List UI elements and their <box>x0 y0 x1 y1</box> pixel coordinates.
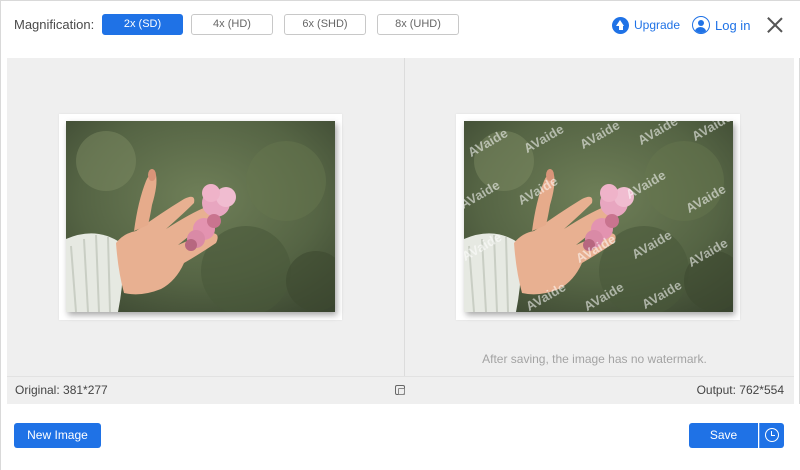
close-icon[interactable] <box>766 16 784 34</box>
magnification-6x-button[interactable]: 6x (SHD) <box>284 14 366 35</box>
watermark-note: After saving, the image has no watermark… <box>482 352 707 366</box>
output-size-text: Output: 762*554 <box>696 383 784 397</box>
magnification-2x-button[interactable]: 2x (SD) <box>102 14 183 35</box>
output-image-frame: AVaide AVaide AVaide AVaide AVaide AVaid… <box>456 114 740 320</box>
image-upscaler-window: Magnification: 2x (SD) 4x (HD) 6x (SHD) … <box>0 0 800 470</box>
original-size-text: Original: 381*277 <box>15 383 108 397</box>
save-button[interactable]: Save <box>689 423 758 448</box>
magnification-label: Magnification: <box>14 17 95 32</box>
save-history-button[interactable] <box>759 423 784 448</box>
preview-area: AVaide AVaide AVaide AVaide AVaide AVaid… <box>7 58 794 376</box>
original-image <box>66 121 335 312</box>
login-link[interactable]: Log in <box>692 15 750 35</box>
new-image-button[interactable]: New Image <box>14 423 101 448</box>
login-label: Log in <box>715 17 751 33</box>
preview-divider <box>404 58 405 376</box>
upgrade-arrow-icon <box>612 16 629 34</box>
magnification-4x-button[interactable]: 4x (HD) <box>191 14 273 35</box>
clock-icon <box>765 428 779 442</box>
original-image-frame <box>59 114 342 320</box>
compare-icon[interactable] <box>395 385 405 395</box>
magnification-8x-button[interactable]: 8x (UHD) <box>377 14 459 35</box>
footer-bar: New Image Save <box>1 404 800 470</box>
user-avatar-icon <box>692 16 710 34</box>
upgrade-link[interactable]: Upgrade <box>612 15 680 35</box>
header-bar: Magnification: 2x (SD) 4x (HD) 6x (SHD) … <box>1 1 800 58</box>
output-image: AVaide AVaide AVaide AVaide AVaide AVaid… <box>464 121 733 312</box>
upgrade-label: Upgrade <box>634 18 681 32</box>
status-bar: Original: 381*277 Output: 762*554 <box>7 376 794 404</box>
